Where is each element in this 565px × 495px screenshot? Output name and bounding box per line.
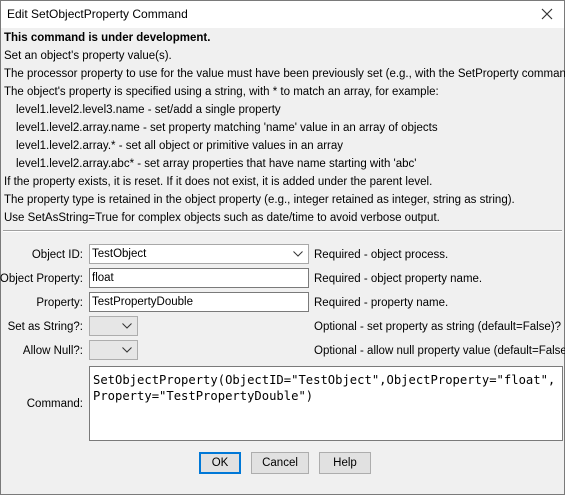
window-title: Edit SetObjectProperty Command: [7, 7, 188, 21]
description-line: level1.level2.array.abc* - set array pro…: [16, 158, 417, 170]
description-line: If the property exists, it is reset. If …: [4, 176, 433, 188]
description-line: The object's property is specified using…: [4, 86, 439, 98]
description-line: level1.level2.level3.name - set/add a si…: [16, 104, 281, 116]
set-as-string-row: Set as String?: Optional - set property …: [1, 316, 564, 338]
property-input[interactable]: [90, 293, 308, 311]
object-property-field[interactable]: [89, 268, 309, 288]
object-id-row: Object ID: TestObject Required - object …: [1, 244, 564, 266]
set-as-string-hint: Optional - set property as string (defau…: [314, 321, 562, 333]
description-panel: This command is under development. Set an…: [4, 29, 565, 227]
object-id-combobox[interactable]: TestObject: [89, 244, 309, 264]
object-property-hint: Required - object property name.: [314, 273, 483, 285]
title-bar: Edit SetObjectProperty Command: [1, 1, 564, 28]
description-line: level1.level2.array.* - set all object o…: [16, 140, 344, 152]
property-row: Property: Required - property name.: [1, 292, 564, 314]
chevron-down-icon[interactable]: [121, 320, 133, 332]
close-icon: [541, 8, 553, 20]
property-label: Property:: [36, 297, 83, 309]
command-text-area[interactable]: SetObjectProperty(ObjectID="TestObject",…: [89, 366, 563, 441]
set-as-string-label: Set as String?:: [7, 321, 83, 333]
command-label: Command:: [26, 398, 83, 410]
ok-button[interactable]: OK: [199, 452, 241, 474]
description-line: Set an object's property value(s).: [4, 50, 172, 62]
object-property-row: Object Property: Required - object prope…: [0, 268, 564, 290]
description-line: The processor property to use for the va…: [4, 68, 565, 80]
help-button[interactable]: Help: [319, 452, 371, 474]
object-id-label: Object ID:: [31, 249, 83, 261]
chevron-down-icon[interactable]: [121, 344, 133, 356]
allow-null-label: Allow Null?:: [22, 345, 83, 357]
object-property-input[interactable]: [90, 269, 308, 287]
description-line: This command is under development.: [4, 32, 211, 44]
object-id-value: TestObject: [92, 248, 147, 260]
cancel-button[interactable]: Cancel: [251, 452, 309, 474]
description-line: Use SetAsString=True for complex objects…: [4, 212, 440, 224]
allow-null-row: Allow Null?: Optional - allow null prope…: [1, 340, 565, 362]
set-as-string-combobox[interactable]: [89, 316, 138, 336]
description-line: level1.level2.array.name - set property …: [16, 122, 438, 134]
allow-null-hint: Optional - allow null property value (de…: [314, 345, 565, 357]
property-field[interactable]: [89, 292, 309, 312]
chevron-down-icon[interactable]: [292, 248, 304, 260]
object-property-label: Object Property:: [0, 273, 83, 285]
allow-null-combobox[interactable]: [89, 340, 138, 360]
object-id-hint: Required - object process.: [314, 249, 449, 261]
property-hint: Required - property name.: [314, 297, 449, 309]
close-button[interactable]: [536, 3, 558, 25]
dialog-window: Edit SetObjectProperty Command This comm…: [0, 0, 565, 495]
description-line: The property type is retained in the obj…: [4, 194, 515, 206]
separator: [3, 230, 562, 232]
